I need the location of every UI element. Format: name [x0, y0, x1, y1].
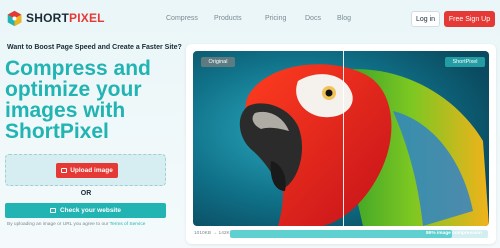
comparison-card: Original ShortPixel 1010KB → 142KB 86% i…	[186, 44, 496, 244]
login-button[interactable]: Log in	[411, 11, 440, 27]
check-website-label: Check your website	[59, 207, 122, 214]
image-icon	[61, 168, 68, 173]
signup-button[interactable]: Free Sign Up	[444, 11, 495, 27]
upload-dropzone[interactable]: Upload image	[5, 154, 166, 186]
menu-item-docs[interactable]: Docs	[305, 15, 321, 22]
terms-notice: By uploading an image or URL you agree t…	[7, 222, 146, 227]
compression-bar-fill	[230, 230, 452, 238]
browser-icon	[49, 208, 56, 213]
file-sizes: 1010KB → 142KB	[194, 231, 233, 236]
compression-bar: 86% image compression	[230, 230, 488, 238]
upload-image-label: Upload image	[70, 167, 113, 174]
shortpixel-logo-icon	[7, 10, 22, 26]
parrot-comparison-image[interactable]: Original ShortPixel	[193, 51, 489, 226]
menu-item-compress[interactable]: Compress	[166, 15, 198, 22]
top-nav: SHORTPIXEL Compress Products Pricing Doc…	[0, 0, 500, 36]
compression-label: 86% image compression	[426, 231, 482, 236]
comparison-divider[interactable]	[343, 51, 344, 226]
upload-image-button[interactable]: Upload image	[56, 163, 118, 178]
menu-item-blog[interactable]: Blog	[337, 15, 351, 22]
or-separator: OR	[80, 190, 92, 197]
original-tag: Original	[201, 57, 235, 67]
menu-item-pricing[interactable]: Pricing	[265, 15, 286, 22]
terms-link[interactable]: Terms of Service	[110, 222, 146, 227]
check-website-button[interactable]: Check your website	[5, 203, 166, 218]
logo-text: SHORTPIXEL	[26, 11, 105, 25]
hero-kicker: Want to Boost Page Speed and Create a Fa…	[7, 44, 182, 51]
menu-item-products[interactable]: Products	[214, 15, 242, 22]
parrot-image	[193, 51, 489, 226]
shortpixel-tag: ShortPixel	[445, 57, 485, 67]
hero-headline: Compress and optimize your images with S…	[5, 57, 151, 143]
logo[interactable]: SHORTPIXEL	[6, 10, 105, 27]
